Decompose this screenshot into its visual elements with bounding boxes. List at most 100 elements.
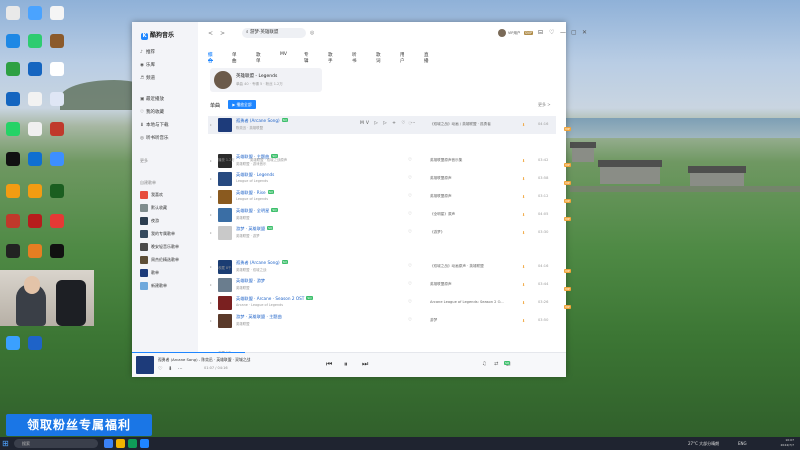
- desktop-app-icon[interactable]: [50, 244, 64, 258]
- desktop-app-icon[interactable]: [50, 152, 64, 166]
- song-artist[interactable]: 英雄联盟: [236, 321, 250, 326]
- taskbar-clock[interactable]: 10:07 2024/7/7: [766, 438, 794, 448]
- desktop-app-icon[interactable]: [28, 122, 42, 136]
- voice-search-icon[interactable]: ◎: [310, 30, 314, 36]
- playlist-item[interactable]: 歌单: [140, 268, 159, 277]
- desktop-app-icon[interactable]: [50, 6, 64, 20]
- song-row[interactable]: ▸ 英雄联盟 · Rise VIP SQ League of Legends ♡ 英雄联盟原…: [208, 188, 571, 206]
- download-icon[interactable]: ⬇: [522, 318, 525, 323]
- next-button[interactable]: ⏭: [362, 360, 368, 369]
- song-title[interactable]: 英雄联盟 · Rise VIP SQ: [236, 190, 571, 203]
- download-icon[interactable]: ⬇: [522, 264, 525, 269]
- song-artist[interactable]: 英雄联盟: [236, 285, 250, 290]
- window-control-button[interactable]: ⊟: [538, 29, 543, 36]
- like-icon[interactable]: ♡: [408, 122, 412, 127]
- sidebar-item-3[interactable]: ▣ 最近播放: [140, 95, 164, 104]
- desktop-app-icon[interactable]: [28, 6, 42, 20]
- desktop-app-icon[interactable]: [28, 336, 42, 350]
- taskbar-app-icon[interactable]: [128, 439, 137, 448]
- desktop-app-icon[interactable]: [6, 62, 20, 76]
- taskbar-weather[interactable]: 27°C 大部分晴朗: [688, 439, 719, 448]
- start-icon[interactable]: ⊞: [2, 439, 11, 448]
- song-title[interactable]: 英雄联盟 · Arcane · Season 2 OST VIP SQ: [236, 296, 571, 309]
- desktop-app-icon[interactable]: [28, 34, 42, 48]
- desktop-app-icon[interactable]: [6, 6, 20, 20]
- song-cover[interactable]: [218, 314, 232, 328]
- song-cover[interactable]: [218, 208, 232, 222]
- song-artist[interactable]: 英雄联盟 · 双城之战: [236, 267, 266, 272]
- desktop-app-icon[interactable]: [6, 92, 20, 106]
- desktop-app-icon[interactable]: [28, 184, 42, 198]
- song-row[interactable]: ▸ 游梦 · 英雄联盟 · 主题曲 英雄联盟 ♡ 游梦 ⬇ 03:50: [208, 312, 556, 330]
- user-avatar[interactable]: [498, 29, 506, 37]
- window-control-button[interactable]: ✕: [582, 29, 587, 36]
- desktop-app-icon[interactable]: [28, 152, 42, 166]
- desktop-app-icon[interactable]: [50, 122, 64, 136]
- tab-8[interactable]: 用户: [400, 52, 405, 64]
- playlist-item[interactable]: 新建歌单: [140, 281, 167, 290]
- song-album[interactable]: 游梦: [430, 318, 437, 323]
- song-row[interactable]: ▸ 英雄联盟 · Legends VIP League of Legends ♡ 英雄联盟…: [208, 170, 571, 188]
- song-cover[interactable]: [218, 190, 232, 204]
- like-icon[interactable]: ♡: [408, 176, 412, 181]
- song-album[interactable]: Arcane League of Legends: Season 2 O...: [430, 300, 504, 304]
- song-title[interactable]: 英雄联盟 · 游梦 VIP: [236, 278, 571, 291]
- song-title[interactable]: 游梦 · 英雄联盟 SQ: [236, 226, 274, 232]
- song-row[interactable]: ▸ 英雄联盟 · 全明星 VIP SQ 英雄联盟 ♡ 《全明星》原声 ⬇ 04:05: [208, 206, 571, 224]
- like-icon[interactable]: ♡: [408, 282, 412, 287]
- desktop-app-icon[interactable]: [6, 336, 20, 350]
- tab-0[interactable]: 综合: [208, 52, 213, 64]
- desktop-app-icon[interactable]: [28, 62, 42, 76]
- like-icon[interactable]: ♡: [408, 194, 412, 199]
- playlist-item[interactable]: 晚安轻音乐歌单: [140, 242, 179, 251]
- download-icon[interactable]: ⬇: [522, 212, 525, 217]
- playlist-item[interactable]: 我喜欢: [140, 190, 163, 199]
- song-artist[interactable]: League of Legends: [236, 179, 268, 183]
- song-cover[interactable]: [218, 172, 232, 186]
- like-icon[interactable]: ♡: [408, 264, 412, 269]
- song-artist[interactable]: Arcane · League of Legends: [236, 303, 283, 307]
- taskbar-app-icon[interactable]: [116, 439, 125, 448]
- pause-button[interactable]: ⏸: [344, 360, 348, 369]
- progress-bar[interactable]: [132, 352, 566, 353]
- song-album[interactable]: 《全明星》原声: [430, 212, 455, 217]
- song-artist[interactable]: 英雄联盟 · 游梦: [236, 233, 260, 238]
- vip-badge[interactable]: SVIP: [524, 31, 534, 35]
- desktop-app-icon[interactable]: [6, 34, 20, 48]
- play-all-button[interactable]: ▶ 播放全部: [228, 100, 256, 109]
- like-icon[interactable]: ♡: [408, 318, 412, 323]
- song-title[interactable]: 游梦 · 英雄联盟 · 主题曲: [236, 314, 282, 320]
- tab-2[interactable]: 歌单: [256, 52, 261, 64]
- artist-card[interactable]: 英雄联盟 - Legends 单曲 40 · 专辑 5 · 粉丝 1.2万: [210, 68, 322, 92]
- desktop-app-icon[interactable]: [50, 62, 64, 76]
- playlist-item[interactable]: 我的专属歌单: [140, 229, 175, 238]
- search-input[interactable]: ⌕ 游梦·英雄联盟: [242, 28, 306, 38]
- desktop-app-icon[interactable]: [6, 214, 20, 228]
- desktop-app-icon[interactable]: [6, 244, 20, 258]
- player-actions[interactable]: ♡ ⬇ ⋯: [158, 366, 185, 372]
- song-title[interactable]: 孤勇者 (Arcane Song) VIP SQ: [236, 260, 571, 273]
- tab-5[interactable]: 歌手: [328, 52, 333, 64]
- back-button[interactable]: <: [208, 30, 213, 37]
- like-icon[interactable]: ♡: [408, 212, 412, 217]
- desktop-app-icon[interactable]: [28, 244, 42, 258]
- song-artist[interactable]: 英雄联盟: [236, 215, 250, 220]
- song-title[interactable]: 英雄联盟 · Legends VIP: [236, 172, 571, 185]
- tab-1[interactable]: 单曲: [232, 52, 237, 64]
- more-link[interactable]: 更多 >: [538, 102, 551, 108]
- taskbar-app-icon[interactable]: [104, 439, 113, 448]
- sidebar-item-4[interactable]: ♡ 我的收藏: [140, 108, 164, 117]
- now-playing-cover[interactable]: [136, 356, 154, 374]
- sidebar-item-5[interactable]: ⬇ 本地与下载: [140, 121, 169, 130]
- window-control-button[interactable]: ♡: [549, 29, 554, 36]
- desktop-app-icon[interactable]: [50, 34, 64, 48]
- download-icon[interactable]: ⬇: [522, 282, 525, 287]
- like-icon[interactable]: ♡: [408, 300, 412, 305]
- song-artist[interactable]: League of Legends: [236, 197, 268, 201]
- tab-7[interactable]: 歌词: [376, 52, 381, 64]
- desktop-app-icon[interactable]: [50, 214, 64, 228]
- song-album[interactable]: 《双城之战》动画 / 英雄联盟 · 孤勇者: [430, 122, 491, 127]
- promo-banner[interactable]: 领取粉丝专属福利: [6, 414, 152, 436]
- desktop-app-icon[interactable]: [6, 184, 20, 198]
- playlist-item[interactable]: 默认收藏: [140, 203, 167, 212]
